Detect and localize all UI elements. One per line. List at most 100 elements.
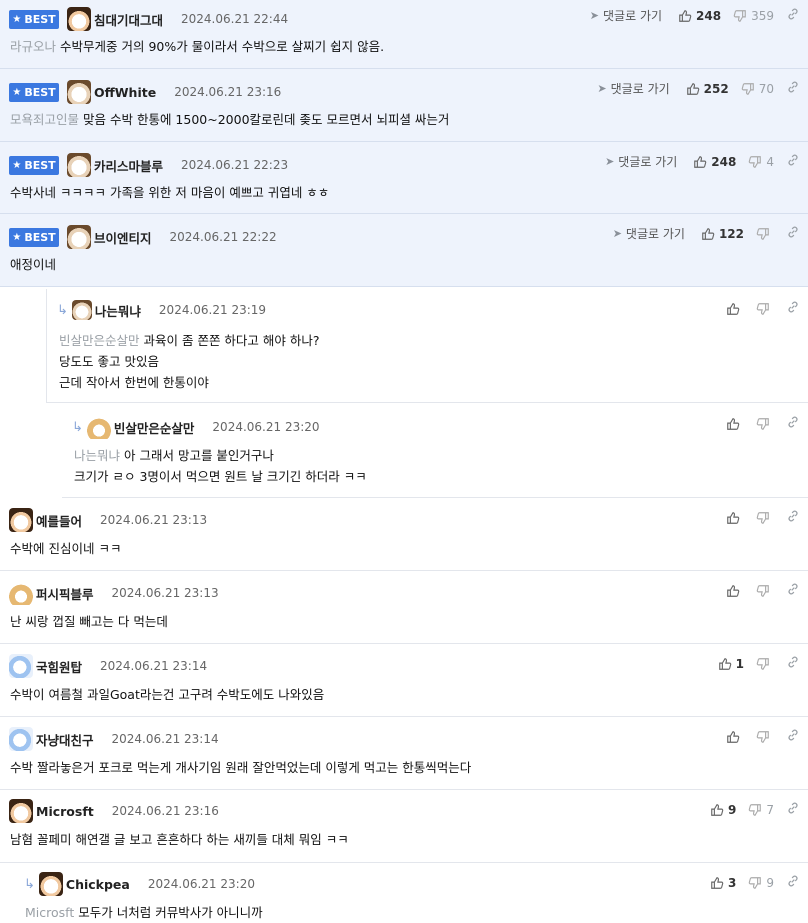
nickname[interactable]: 자냥대친구 xyxy=(36,730,94,749)
link-icon[interactable] xyxy=(786,80,800,97)
link-icon[interactable] xyxy=(786,801,800,818)
upvote-button[interactable] xyxy=(726,417,744,431)
goto-comment-link[interactable]: ➤ 댓글로 가기 xyxy=(613,225,685,242)
best-badge: ★ BEST xyxy=(9,155,59,175)
link-icon[interactable] xyxy=(786,582,800,599)
goto-comment-link[interactable]: ➤ 댓글로 가기 xyxy=(605,153,677,170)
nickname[interactable]: 카리스마블루 xyxy=(94,156,163,175)
downvote-button[interactable] xyxy=(756,227,774,241)
downvote-button[interactable]: 7 xyxy=(748,803,774,817)
avatar[interactable] xyxy=(86,415,111,439)
comment-text: 수박이 여름철 과일Goat라는건 고구려 수박도에도 나와있음 xyxy=(10,687,325,702)
avatar[interactable] xyxy=(9,581,33,605)
thumbs-down-icon xyxy=(756,511,770,525)
comment-item: 예를들어 2024.06.21 23:13 수박에 진심이네 ㅋㅋ xyxy=(0,498,808,571)
upvote-button[interactable]: 3 xyxy=(710,876,736,890)
downvote-button[interactable]: 359 xyxy=(733,9,774,23)
thumbs-up-icon xyxy=(693,155,707,169)
comment-text: 수박에 진심이네 ㅋㅋ xyxy=(10,541,122,556)
comment-date: 2024.06.21 23:16 xyxy=(174,85,282,99)
upvote-button[interactable] xyxy=(726,730,744,744)
upvote-button[interactable] xyxy=(726,302,744,316)
comment-text: 수박사네 ㅋㅋㅋㅋ 가족을 위한 저 마음이 예쁘고 귀엽네 ㅎㅎ xyxy=(10,185,330,200)
downvote-button[interactable]: 4 xyxy=(748,155,774,169)
thumbs-down-icon xyxy=(741,82,755,96)
nickname[interactable]: 예를들어 xyxy=(36,511,82,530)
mention[interactable]: 모욕죄고인물 xyxy=(10,112,79,127)
upvote-button[interactable]: 248 xyxy=(693,155,736,169)
nickname[interactable]: Microsft xyxy=(36,804,94,819)
upvote-button[interactable] xyxy=(726,584,744,598)
thumbs-down-icon xyxy=(748,803,762,817)
avatar[interactable] xyxy=(67,7,91,31)
upvote-button[interactable]: 248 xyxy=(678,9,721,23)
upvote-button[interactable]: 122 xyxy=(701,227,744,241)
link-icon[interactable] xyxy=(786,7,800,24)
downvote-button[interactable] xyxy=(756,584,774,598)
link-icon[interactable] xyxy=(786,655,800,672)
nickname[interactable]: 침대기대그대 xyxy=(94,10,163,29)
comment-date: 2024.06.21 23:20 xyxy=(147,877,255,891)
thumbs-up-icon xyxy=(686,82,700,96)
reply-item: ↳ 나는뭐냐 2024.06.21 23:19 빈살만은순살만 과육이 좀 쫀쫀 … xyxy=(46,289,808,403)
upvote-button[interactable]: 9 xyxy=(710,803,736,817)
nickname[interactable]: 나는뭐냐 xyxy=(95,301,141,320)
downvote-button[interactable] xyxy=(756,417,774,431)
thumbs-down-icon xyxy=(756,302,770,316)
mention[interactable]: 라규오나 xyxy=(10,39,56,54)
nickname[interactable]: OffWhite xyxy=(94,85,156,100)
nickname[interactable]: 퍼시픽블루 xyxy=(36,584,94,603)
send-icon: ➤ xyxy=(612,227,622,240)
downvote-button[interactable] xyxy=(756,730,774,744)
downvote-button[interactable] xyxy=(756,511,774,525)
avatar[interactable] xyxy=(9,508,33,532)
thumbs-up-icon xyxy=(726,417,740,431)
goto-comment-link[interactable]: ➤ 댓글로 가기 xyxy=(597,80,669,97)
upvote-button[interactable]: 252 xyxy=(686,82,729,96)
downvote-button[interactable]: 9 xyxy=(748,876,774,890)
nickname[interactable]: 국힘원탑 xyxy=(36,657,82,676)
link-icon[interactable] xyxy=(786,509,800,526)
avatar[interactable] xyxy=(67,80,91,104)
goto-comment-link[interactable]: ➤ 댓글로 가기 xyxy=(590,7,662,24)
mention[interactable]: Microsft xyxy=(25,905,74,920)
thumbs-up-icon xyxy=(701,227,715,241)
mention[interactable]: 빈살만은순살만 xyxy=(59,333,140,348)
avatar[interactable] xyxy=(9,799,33,823)
avatar[interactable] xyxy=(71,300,92,320)
avatar[interactable] xyxy=(67,225,91,249)
comment-item: 국힘원탑 2024.06.21 23:14 1 수박이 여름철 과일Goat라는… xyxy=(0,644,808,717)
downvote-button[interactable] xyxy=(756,657,774,671)
comment-text: 난 씨랑 껍질 빼고는 다 먹는데 xyxy=(10,614,168,629)
avatar[interactable] xyxy=(9,654,33,678)
comment-date: 2024.06.21 23:14 xyxy=(111,732,219,746)
comment-text: Microsft 모두가 너처럼 커뮤박사가 아니니까 xyxy=(25,905,263,920)
upvote-button[interactable] xyxy=(726,511,744,525)
avatar[interactable] xyxy=(9,727,33,751)
thumbs-down-icon xyxy=(756,227,770,241)
star-icon: ★ xyxy=(12,231,22,243)
mention[interactable]: 나는뭐냐 xyxy=(74,448,120,463)
thumbs-down-icon xyxy=(748,155,762,169)
link-icon[interactable] xyxy=(786,300,800,317)
avatar[interactable] xyxy=(38,872,63,896)
link-icon[interactable] xyxy=(786,728,800,745)
comment-text: 남혐 꼴페미 해연갤 글 보고 흔흔하다 하는 새끼들 대체 뭐임 ㅋㅋ xyxy=(10,832,349,847)
comment-text: 빈살만은순살만 과육이 좀 쫀쫀 하다고 해야 하나? 당도도 좋고 맛있음 근데… xyxy=(59,333,320,390)
thumbs-up-icon xyxy=(726,584,740,598)
upvote-button[interactable]: 1 xyxy=(718,657,744,671)
downvote-button[interactable] xyxy=(756,302,774,316)
avatar[interactable] xyxy=(67,153,91,177)
link-icon[interactable] xyxy=(786,153,800,170)
send-icon: ➤ xyxy=(605,155,615,168)
link-icon[interactable] xyxy=(786,225,800,242)
link-icon[interactable] xyxy=(786,874,800,891)
nickname[interactable]: Chickpea xyxy=(66,877,130,892)
nickname[interactable]: 빈살만은순살만 xyxy=(114,418,195,437)
thumbs-down-icon xyxy=(748,876,762,890)
nickname[interactable]: 브이엔티지 xyxy=(94,228,152,247)
downvote-button[interactable]: 70 xyxy=(741,82,774,96)
reply-item: ↳ 빈살만은순살만 2024.06.21 23:20 나는뭐냐 아 그래서 망고를… xyxy=(62,404,808,498)
link-icon[interactable] xyxy=(786,415,800,432)
thumbs-down-icon xyxy=(756,417,770,431)
